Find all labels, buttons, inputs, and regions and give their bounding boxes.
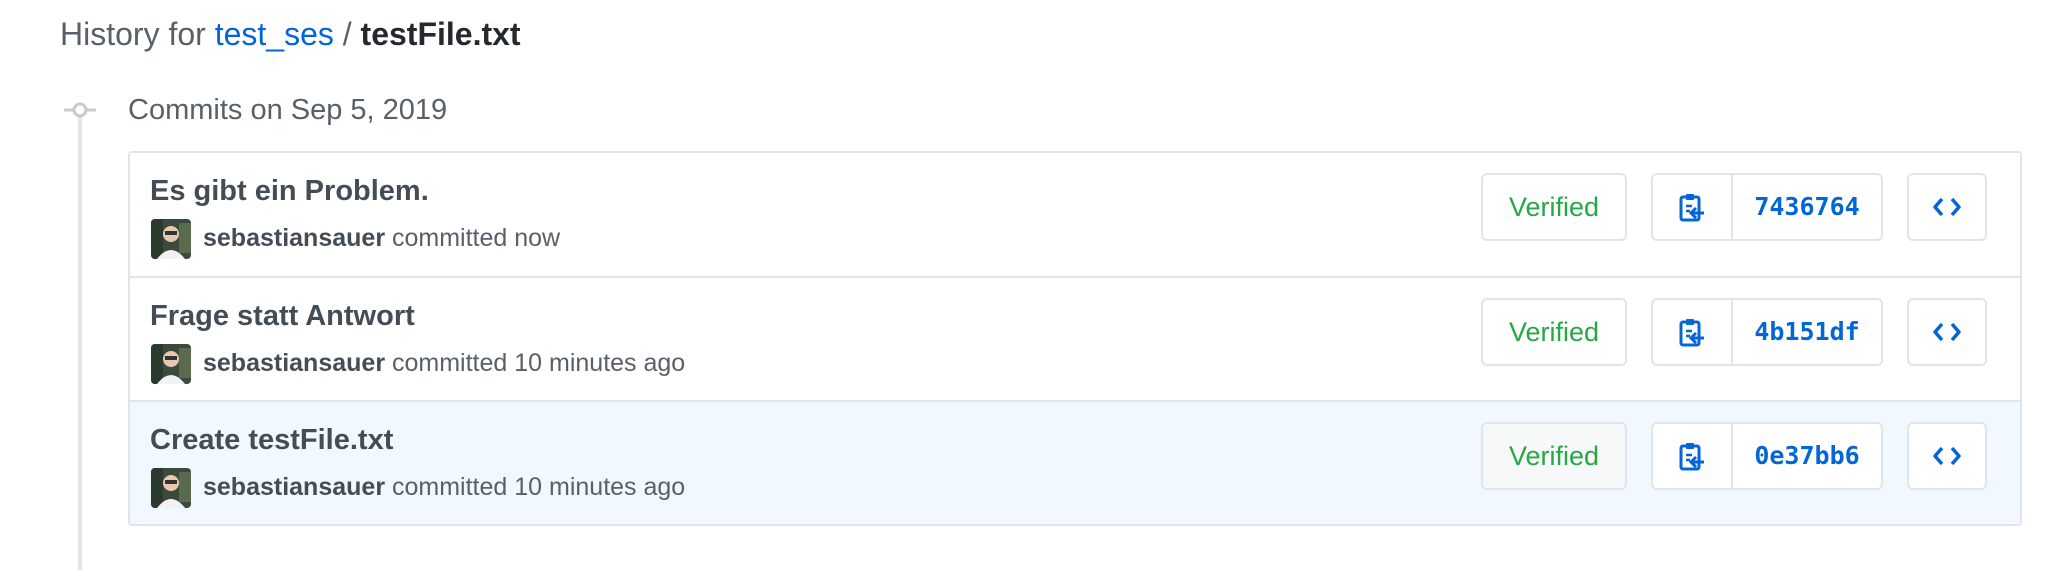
commit-title-link[interactable]: Frage statt Antwort <box>150 296 415 336</box>
commit-group-title: Commits on Sep 5, 2019 <box>128 94 448 126</box>
author-link[interactable]: sebastiansauer <box>203 349 385 377</box>
sha-button-group: 7436764 <box>1651 173 1883 241</box>
verified-badge[interactable]: Verified <box>1481 422 1627 490</box>
sha-button-group: 0e37bb6 <box>1651 422 1883 490</box>
commit-list: Es gibt ein Problem. sebastiansauer comm… <box>128 151 2022 526</box>
file-name: testFile.txt <box>360 16 521 52</box>
page-title: History for test_ses / testFile.txt <box>60 10 521 58</box>
code-browse-icon <box>1933 322 1961 342</box>
sha-button-group: 4b151df <box>1651 298 1883 366</box>
commit-sha-link[interactable]: 7436764 <box>1733 175 1881 239</box>
browse-repo-button[interactable] <box>1907 422 1987 490</box>
commit-sha-link[interactable]: 0e37bb6 <box>1733 424 1881 488</box>
clipboard-copy-icon <box>1679 443 1704 471</box>
git-commit-icon <box>64 102 96 118</box>
browse-repo-button[interactable] <box>1907 298 1987 366</box>
code-browse-icon <box>1933 197 1961 217</box>
commit-row: Create testFile.txt sebastiansauer commi… <box>130 400 2020 524</box>
commit-meta: sebastiansauer committed 10 minutes ago <box>203 466 685 508</box>
commit-sha-link[interactable]: 4b151df <box>1733 300 1881 364</box>
avatar[interactable] <box>151 344 191 384</box>
commit-meta: sebastiansauer committed now <box>203 217 560 259</box>
commit-time: committed now <box>392 224 561 252</box>
copy-sha-button[interactable] <box>1653 175 1733 239</box>
code-browse-icon <box>1933 446 1961 466</box>
commit-title-link[interactable]: Create testFile.txt <box>150 420 393 460</box>
copy-sha-button[interactable] <box>1653 424 1733 488</box>
clipboard-copy-icon <box>1679 194 1704 222</box>
repo-link[interactable]: test_ses <box>215 16 334 52</box>
author-link[interactable]: sebastiansauer <box>203 224 385 252</box>
verified-badge[interactable]: Verified <box>1481 173 1627 241</box>
commit-row: Frage statt Antwort sebastiansauer commi… <box>130 276 2020 400</box>
commit-time: committed 10 minutes ago <box>392 349 686 377</box>
commit-row: Es gibt ein Problem. sebastiansauer comm… <box>130 153 2020 276</box>
browse-repo-button[interactable] <box>1907 173 1987 241</box>
avatar[interactable] <box>151 468 191 508</box>
commit-title-link[interactable]: Es gibt ein Problem. <box>150 171 429 211</box>
verified-badge[interactable]: Verified <box>1481 298 1627 366</box>
avatar[interactable] <box>151 219 191 259</box>
breadcrumb-separator: / <box>342 16 352 52</box>
clipboard-copy-icon <box>1679 319 1704 347</box>
commit-time: committed 10 minutes ago <box>392 473 686 501</box>
author-link[interactable]: sebastiansauer <box>203 473 385 501</box>
history-prefix: History for <box>60 16 206 52</box>
copy-sha-button[interactable] <box>1653 300 1733 364</box>
timeline-line <box>78 116 82 570</box>
commit-meta: sebastiansauer committed 10 minutes ago <box>203 342 685 384</box>
